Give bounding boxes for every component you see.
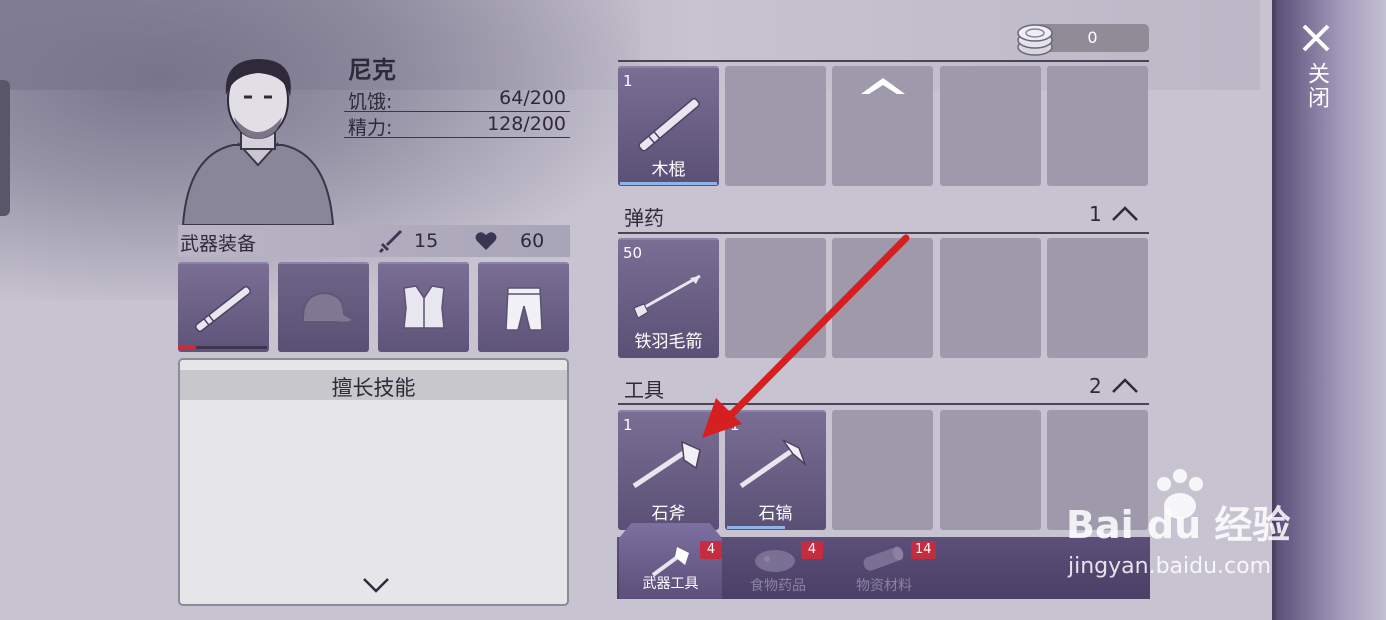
item-count: 1 (623, 72, 633, 90)
section-title-tools: 工具 (624, 378, 664, 402)
tab-label: 武器工具 (642, 576, 699, 592)
inventory-slot-empty[interactable] (940, 238, 1041, 358)
inventory-item-stone-axe[interactable]: 1 石斧 (618, 410, 719, 530)
energy-label: 精力: (348, 117, 393, 139)
close-label[interactable]: 关闭 (1300, 62, 1332, 110)
hunger-value: 64/200 (499, 87, 566, 109)
wooden-stick-icon (194, 285, 252, 333)
equipment-title: 武器装备 (180, 233, 257, 255)
stone-pickaxe-icon (739, 439, 807, 489)
watermark: Bai du 经验 jingyan.baidu.com (1066, 468, 1316, 588)
section-count-tools: 2 (1089, 374, 1102, 398)
inventory-item-stone-pickaxe[interactable]: 1 石镐 (725, 410, 826, 530)
inventory-slot-empty[interactable] (1047, 66, 1148, 186)
equip-slot-body[interactable] (378, 262, 469, 352)
hunger-label: 饥饿: (348, 91, 393, 113)
watermark-url: jingyan.baidu.com (1068, 554, 1272, 579)
item-count: 50 (623, 244, 643, 262)
tab-badge: 4 (801, 541, 823, 559)
tab-label: 食物药品 (750, 578, 806, 594)
sword-icon (379, 230, 402, 253)
heart-icon (475, 232, 497, 250)
inventory-slot-empty[interactable] (940, 66, 1041, 186)
cap-icon (302, 291, 356, 324)
inventory-slot-empty[interactable] (725, 238, 826, 358)
attack-value: 15 (414, 230, 439, 252)
item-count: 1 (623, 416, 633, 434)
character-name: 尼克 (348, 56, 396, 84)
skills-title: 擅长技能 (180, 360, 567, 400)
tab-label: 物资材料 (856, 578, 912, 594)
feather-arrow-icon (633, 274, 701, 319)
tab-food-medicine[interactable]: 4 食物药品 (733, 537, 823, 599)
section-title-ammo: 弹药 (624, 206, 664, 230)
divider (618, 403, 1149, 405)
inventory-slot-empty[interactable] (1047, 238, 1148, 358)
durability-bar (727, 526, 785, 529)
durability-track (196, 346, 267, 349)
durability-bar (178, 346, 196, 349)
vest-icon (403, 285, 445, 329)
inventory-slot-empty[interactable] (832, 410, 933, 530)
close-icon[interactable] (1300, 22, 1332, 54)
skills-panel: 擅长技能 (178, 358, 569, 606)
inventory-slot-empty[interactable] (940, 410, 1041, 530)
meat-icon (755, 550, 795, 572)
inventory-item-arrow[interactable]: 50 铁羽毛箭 (618, 238, 719, 358)
wooden-stick-icon (638, 97, 700, 152)
energy-stat: 精力: 128/200 (344, 112, 570, 139)
item-name: 石镐 (758, 504, 793, 524)
chevron-up-icon[interactable] (1110, 377, 1140, 395)
tab-badge: 14 (911, 541, 936, 559)
stone-axe-icon (632, 440, 701, 489)
inventory-slot-empty[interactable] (832, 238, 933, 358)
durability-bar (620, 182, 717, 185)
energy-value: 128/200 (487, 113, 566, 135)
chevron-down-icon[interactable] (361, 576, 391, 594)
character-portrait (181, 59, 335, 225)
inventory-slot-empty[interactable] (725, 66, 826, 186)
item-count: 1 (730, 416, 740, 434)
chevron-up-icon[interactable] (858, 74, 908, 96)
chevron-up-icon[interactable] (1110, 205, 1140, 223)
divider (618, 232, 1149, 234)
watermark-brand: Bai du 经验 (1066, 503, 1291, 547)
item-name: 铁羽毛箭 (634, 332, 703, 352)
hunger-stat: 饥饿: 64/200 (344, 86, 570, 113)
health-value: 60 (520, 230, 545, 252)
tab-badge: 4 (700, 541, 722, 559)
equip-slot-legs[interactable] (478, 262, 569, 352)
item-name: 石斧 (651, 504, 686, 524)
coin-stack-icon (1017, 24, 1053, 56)
inventory-item-wooden-stick[interactable]: 1 木棍 (618, 66, 719, 186)
divider (618, 60, 1149, 62)
currency-amount: 0 (1087, 28, 1098, 47)
equip-slot-weapon[interactable] (178, 262, 269, 352)
left-edge-handle[interactable] (0, 80, 10, 216)
log-icon (863, 546, 904, 571)
shorts-icon (505, 287, 543, 331)
tab-materials[interactable]: 14 物资材料 (839, 537, 936, 599)
equip-slot-head[interactable] (278, 262, 369, 352)
section-count-ammo: 1 (1089, 202, 1102, 226)
equipment-header: 武器装备 15 60 (178, 225, 570, 257)
tab-weapons-tools[interactable]: 4 武器工具 (619, 523, 722, 599)
item-name: 木棍 (651, 160, 686, 180)
